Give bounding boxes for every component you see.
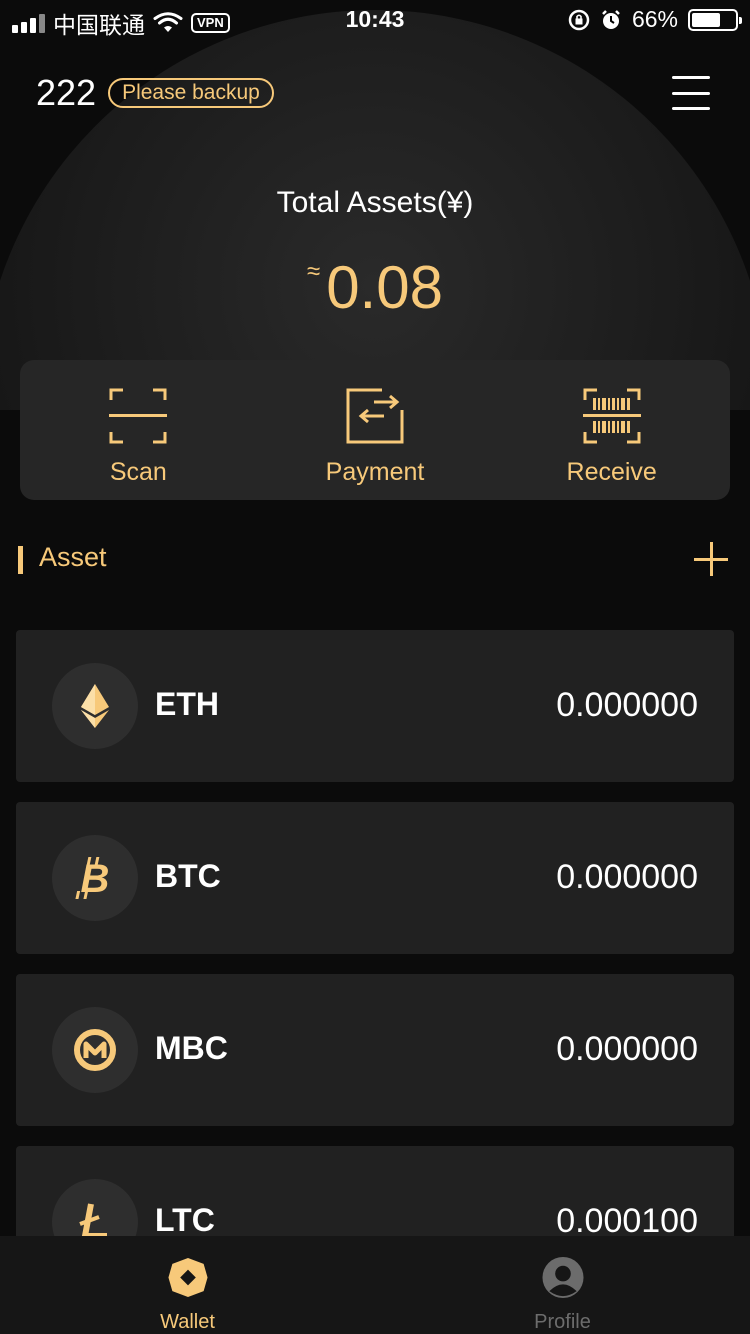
wallet-name: 222 <box>36 72 97 113</box>
battery-fill <box>692 12 720 27</box>
asset-row-btc[interactable]: B BTC 0.000000 <box>16 802 734 954</box>
total-assets-label: Total Assets(¥) <box>276 186 474 219</box>
asset-section-header: Asset <box>18 540 732 580</box>
scan-button[interactable]: Scan <box>20 360 257 500</box>
payment-icon <box>346 388 404 444</box>
receive-label: Receive <box>566 458 657 486</box>
battery-percent: 66% <box>631 6 678 32</box>
receive-button[interactable]: Receive <box>493 360 730 500</box>
scan-label: Scan <box>109 458 167 486</box>
asset-row-eth[interactable]: ETH 0.000000 <box>16 630 734 782</box>
payment-label: Payment <box>325 458 425 486</box>
asset-symbol: BTC <box>155 858 221 894</box>
action-panel: Scan Payment Receive <box>20 360 730 500</box>
tab-profile[interactable]: Profile <box>375 1236 750 1334</box>
asset-symbol: LTC <box>155 1202 215 1238</box>
tab-wallet-label: Wallet <box>160 1311 215 1333</box>
total-assets-value: 0.08 <box>326 254 443 321</box>
tab-bar: Wallet Profile <box>0 1236 750 1334</box>
tab-profile-label: Profile <box>534 1311 591 1333</box>
section-accent-bar <box>18 546 23 574</box>
profile-icon <box>541 1256 584 1299</box>
hamburger-menu-icon[interactable] <box>672 76 710 110</box>
asset-balance: 0.000000 <box>556 858 698 896</box>
btc-icon: B <box>52 835 138 921</box>
asset-symbol: ETH <box>155 686 219 722</box>
approx-symbol: ≈ <box>307 258 321 285</box>
alarm-icon <box>602 9 620 29</box>
asset-balance: 0.000000 <box>556 1030 698 1068</box>
mbc-icon <box>52 1007 138 1093</box>
asset-row-mbc[interactable]: MBC 0.000000 <box>16 974 734 1126</box>
scan-icon <box>109 388 168 444</box>
asset-balance: 0.000000 <box>556 686 698 724</box>
total-assets-row: ≈ 0.08 <box>0 250 750 326</box>
add-asset-button[interactable] <box>694 540 732 578</box>
asset-symbol: MBC <box>155 1030 228 1066</box>
status-right: 66% <box>568 6 742 33</box>
battery-icon <box>688 8 742 31</box>
wallet-icon <box>167 1257 208 1298</box>
asset-section-title: Asset <box>39 542 107 572</box>
payment-button[interactable]: Payment <box>257 360 494 500</box>
asset-list: ETH 0.000000 B BTC 0.000000 MBC 0.000000 <box>16 630 734 1318</box>
backup-button[interactable]: Please backup <box>108 78 274 108</box>
receive-icon <box>582 388 641 444</box>
status-bar: 中国联通 VPN 10:43 66% <box>0 0 750 40</box>
eth-icon <box>52 663 138 749</box>
tab-wallet[interactable]: Wallet <box>0 1236 375 1334</box>
rotation-lock-icon <box>568 9 590 30</box>
wallet-header: 222 Please backup <box>36 72 274 114</box>
